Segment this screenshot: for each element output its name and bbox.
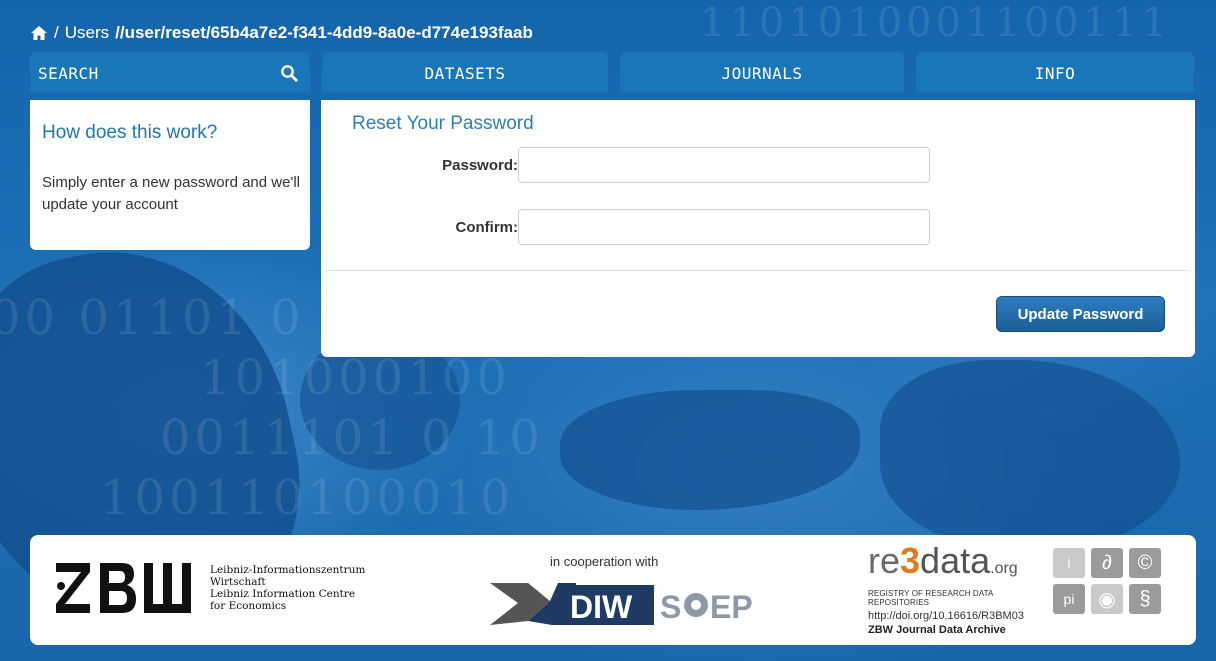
binary-decoration: 100110100010 [100,470,515,526]
breadcrumb-users-link[interactable]: Users [65,23,109,43]
zbw-block[interactable]: Leibniz-Informationszentrum Wirtschaft L… [52,557,365,619]
zbw-line-2: Wirtschaft [210,576,266,588]
svg-text:DIW: DIW [570,589,633,625]
zbw-line-3: Leibniz Information Centre [210,588,356,600]
binary-decoration: 00 01101 0 [0,290,305,346]
breadcrumb-current-path: //user/reset/65b4a7e2-f341-4dd9-8a0e-d77… [115,23,533,42]
page-title: Reset Your Password [352,113,534,134]
confirm-password-field[interactable] [518,209,930,245]
nav-search-label: SEARCH [38,63,99,83]
copyright-badge-icon: © [1129,548,1161,578]
update-password-button[interactable]: Update Password [996,296,1165,332]
certificate-badge-icon: ◉ [1091,584,1123,614]
confirm-label: Confirm: [455,218,519,236]
main-nav: SEARCH DATASETS JOURNALS INFO [30,52,1194,94]
re3data-registry-label: REGISTRY OF RESEARCH DATA REPOSITORIES [868,589,994,607]
pid-badge-icon: pi [1053,584,1085,614]
binary-decoration: 0011101 0 10 [160,410,544,466]
help-title: How does this work? [42,122,218,143]
home-icon[interactable] [30,25,48,41]
breadcrumb: / Users //user/reset/65b4a7e2-f341-4dd9-… [30,22,533,44]
cooperation-label: in cooperation with [550,554,659,569]
svg-text:S: S [660,589,681,625]
svg-text:EP: EP [710,589,753,625]
password-label: Password: [442,156,518,174]
map-landmass [880,360,1180,550]
reset-password-panel: Reset Your Password Password: Confirm: U… [321,100,1195,357]
password-field[interactable] [518,147,930,183]
binary-decoration: 1101010001100111 [700,0,1172,46]
diw-soep-logo[interactable]: DIW S EP [488,581,762,627]
policy-badge-icon: § [1129,584,1161,614]
zbw-line-4: for Economics [210,600,287,612]
password-row: Password: [321,147,930,183]
re3data-badges: i ∂ © pi ◉ § [1053,548,1169,614]
search-icon[interactable] [280,64,298,82]
panel-divider [321,270,1195,280]
re3data-logo: re3data.org [868,540,1018,581]
nav-info[interactable]: INFO [916,52,1194,94]
zbw-text: Leibniz-Informationszentrum Wirtschaft L… [210,564,365,612]
binary-decoration: 101000100 [200,350,511,406]
open-access-badge-icon: ∂ [1091,548,1123,578]
breadcrumb-separator: / [54,23,59,42]
zbw-line-1: Leibniz-Informationszentrum [210,564,366,576]
re3data-repo-name: ZBW Journal Data Archive [868,624,1006,636]
info-badge-icon: i [1053,548,1085,578]
zbw-logo [56,563,191,613]
nav-journals[interactable]: JOURNALS [620,52,904,94]
help-panel: How does this work? Simply enter a new p… [30,100,310,250]
confirm-row: Confirm: [321,209,930,245]
help-body: Simply enter a new password and we'll up… [42,174,300,213]
map-landmass [560,390,860,510]
nav-datasets[interactable]: DATASETS [322,52,608,94]
nav-search[interactable]: SEARCH [30,52,310,94]
re3data-doi[interactable]: http://doi.org/10.16616/R3BM03 [868,610,1046,622]
footer: Leibniz-Informationszentrum Wirtschaft L… [30,535,1196,645]
re3data-block[interactable]: re3data.org REGISTRY OF RESEARCH DATA RE… [868,540,1046,637]
